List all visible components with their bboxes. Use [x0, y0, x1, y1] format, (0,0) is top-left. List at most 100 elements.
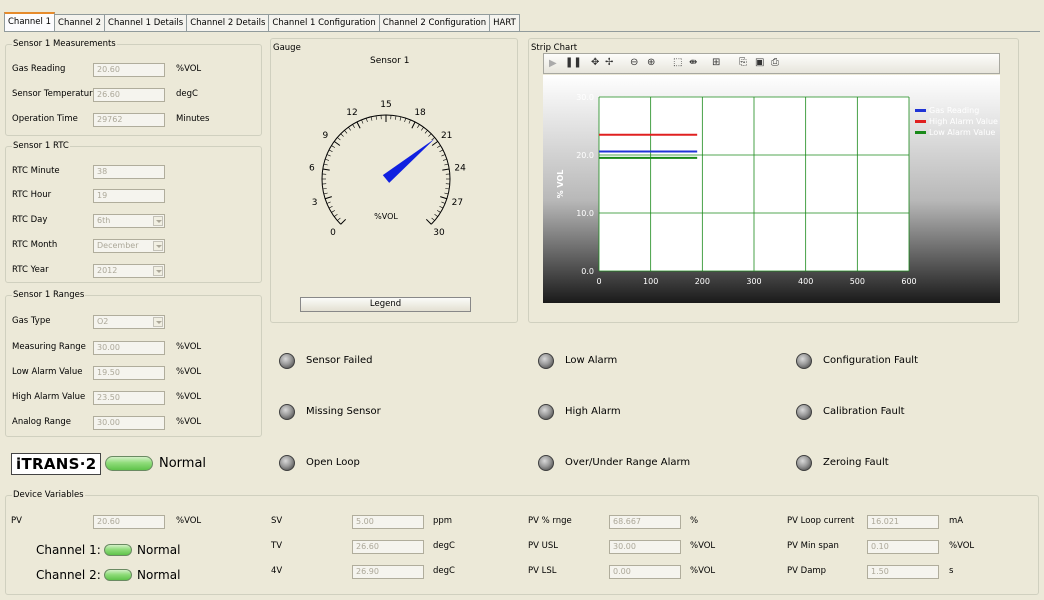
- chevron-down-icon[interactable]: [153, 266, 163, 276]
- device-variable-field[interactable]: 16.021: [867, 515, 939, 529]
- legend-swatch: [915, 109, 926, 112]
- gauge-tick: [326, 201, 331, 204]
- status-indicator: [105, 456, 153, 471]
- gas-type-select[interactable]: O2: [93, 315, 165, 329]
- gauge-tick-label: 24: [454, 163, 466, 173]
- zoom-out-icon[interactable]: ⊖: [630, 57, 638, 69]
- rtc-month-value: December: [97, 241, 139, 250]
- gauge-tick: [344, 130, 348, 134]
- x-tick-label: 300: [746, 277, 761, 286]
- rtc-year-select[interactable]: 2012: [93, 264, 165, 278]
- cursor-icon[interactable]: ✢: [605, 57, 613, 69]
- device-variable-unit: degC: [433, 541, 455, 551]
- properties-icon[interactable]: ⊞: [712, 57, 720, 69]
- pv-label: PV: [11, 516, 22, 526]
- rtc-day-select[interactable]: 6th: [93, 214, 165, 228]
- legend-button[interactable]: Legend: [300, 297, 471, 312]
- gauge-tick: [434, 214, 438, 217]
- gauge-tick: [441, 154, 446, 157]
- device-variable-field[interactable]: 1.50: [867, 565, 939, 579]
- gauge-tick: [417, 124, 420, 128]
- tab-channel-2[interactable]: Channel 2: [54, 14, 106, 32]
- analog-range-unit: %VOL: [176, 417, 202, 427]
- gauge-tick: [328, 149, 333, 153]
- gauge-tick: [375, 115, 377, 120]
- low-alarm-value-field[interactable]: 19.50: [93, 366, 165, 380]
- gauge-tick: [442, 168, 450, 171]
- play-icon[interactable]: ▶: [549, 58, 557, 70]
- autoscale-icon[interactable]: ⇼: [689, 57, 697, 69]
- device-variable-field[interactable]: 26.90: [352, 565, 424, 579]
- status-lamp-icon: [796, 353, 812, 369]
- pause-icon[interactable]: ❚❚: [565, 57, 582, 69]
- operation-time-field[interactable]: 29762: [93, 113, 165, 127]
- high-alarm-value-field[interactable]: 23.50: [93, 391, 165, 405]
- gauge-tick: [439, 205, 444, 209]
- gas-type-value: O2: [97, 317, 109, 326]
- device-variable-label: SV: [271, 516, 283, 526]
- print-icon[interactable]: ⎙: [771, 57, 779, 69]
- analog-range-field[interactable]: 30.00: [93, 416, 165, 430]
- rtc-year-value: 2012: [97, 266, 118, 275]
- tab-bar: Channel 1 Channel 2 Channel 1 Details Ch…: [4, 12, 520, 32]
- rtc-title: Sensor 1 RTC: [12, 141, 70, 151]
- status-lamp-label: Over/Under Range Alarm: [565, 457, 691, 468]
- device-variables-title: Device Variables: [12, 490, 85, 500]
- device-variable-field[interactable]: 5.00: [352, 515, 424, 529]
- device-variable-unit: mA: [949, 516, 964, 526]
- chevron-down-icon[interactable]: [153, 216, 163, 226]
- chevron-down-icon[interactable]: [153, 317, 163, 327]
- gauge-tick: [444, 192, 449, 195]
- gauge-tick: [404, 118, 407, 123]
- tab-channel-1[interactable]: Channel 1: [4, 12, 56, 32]
- status-lamp-icon: [538, 353, 554, 369]
- gas-reading-label: Gas Reading: [12, 64, 66, 74]
- gauge-tick: [395, 115, 397, 120]
- device-variable-field[interactable]: 30.00: [609, 540, 681, 554]
- chevron-down-icon[interactable]: [153, 241, 163, 251]
- zoom-box-icon[interactable]: ⬚: [673, 57, 682, 69]
- status-text: Normal: [159, 456, 207, 471]
- rtc-month-select[interactable]: December: [93, 239, 165, 253]
- legend-label: Low Alarm Value: [929, 128, 995, 137]
- gauge-dial: 0 3 6 9 12 15 18 21 24 27 30 %VOL: [309, 100, 466, 238]
- x-tick-label: 100: [643, 277, 658, 286]
- device-variable-label: PV USL: [528, 541, 558, 551]
- tab-channel-1-configuration[interactable]: Channel 1 Configuration: [268, 14, 380, 32]
- gauge-tick: [331, 145, 335, 148]
- gauge-tick-label: 6: [309, 163, 315, 173]
- device-variable-label: PV Loop current: [787, 516, 855, 526]
- channel-1-status: Normal: [137, 543, 181, 557]
- operation-time-unit: Minutes: [176, 114, 210, 124]
- rtc-minute-field[interactable]: 38: [93, 165, 165, 179]
- gauge-tick: [323, 163, 328, 166]
- gas-reading-field[interactable]: 20.60: [93, 63, 165, 77]
- rtc-hour-field[interactable]: 19: [93, 189, 165, 203]
- channel-1-indicator: [104, 544, 132, 556]
- copy-icon[interactable]: ⎘: [739, 57, 747, 69]
- legend-swatch: [915, 131, 926, 134]
- strip-chart-title: Strip Chart: [531, 43, 578, 53]
- gauge-tick-label: 15: [380, 100, 391, 110]
- tab-divider: [4, 31, 1040, 32]
- device-variable-field[interactable]: 0.10: [867, 540, 939, 554]
- device-variable-field[interactable]: 26.60: [352, 540, 424, 554]
- gauge-tick: [428, 133, 432, 137]
- save-icon[interactable]: ▣: [755, 57, 764, 69]
- device-variable-field[interactable]: 68.667: [609, 515, 681, 529]
- tab-channel-2-details[interactable]: Channel 2 Details: [186, 14, 270, 32]
- legend-swatch: [915, 120, 926, 123]
- tab-channel-2-configuration[interactable]: Channel 2 Configuration: [378, 14, 491, 32]
- gauge-unit: %VOL: [374, 212, 398, 221]
- sensor-temperature-field[interactable]: 26.60: [93, 88, 165, 102]
- device-variable-unit: %: [690, 516, 699, 526]
- pan-icon[interactable]: ✥: [591, 57, 599, 69]
- gauge-tick-label: 12: [346, 108, 357, 118]
- measuring-range-field[interactable]: 30.00: [93, 341, 165, 355]
- tab-hart[interactable]: HART: [489, 14, 520, 32]
- device-variable-field[interactable]: 0.00: [609, 565, 681, 579]
- tab-channel-1-details[interactable]: Channel 1 Details: [104, 14, 188, 32]
- pv-field[interactable]: 20.60: [93, 515, 165, 529]
- zoom-in-icon[interactable]: ⊕: [647, 57, 655, 69]
- channel-2-label: Channel 2:: [36, 568, 101, 582]
